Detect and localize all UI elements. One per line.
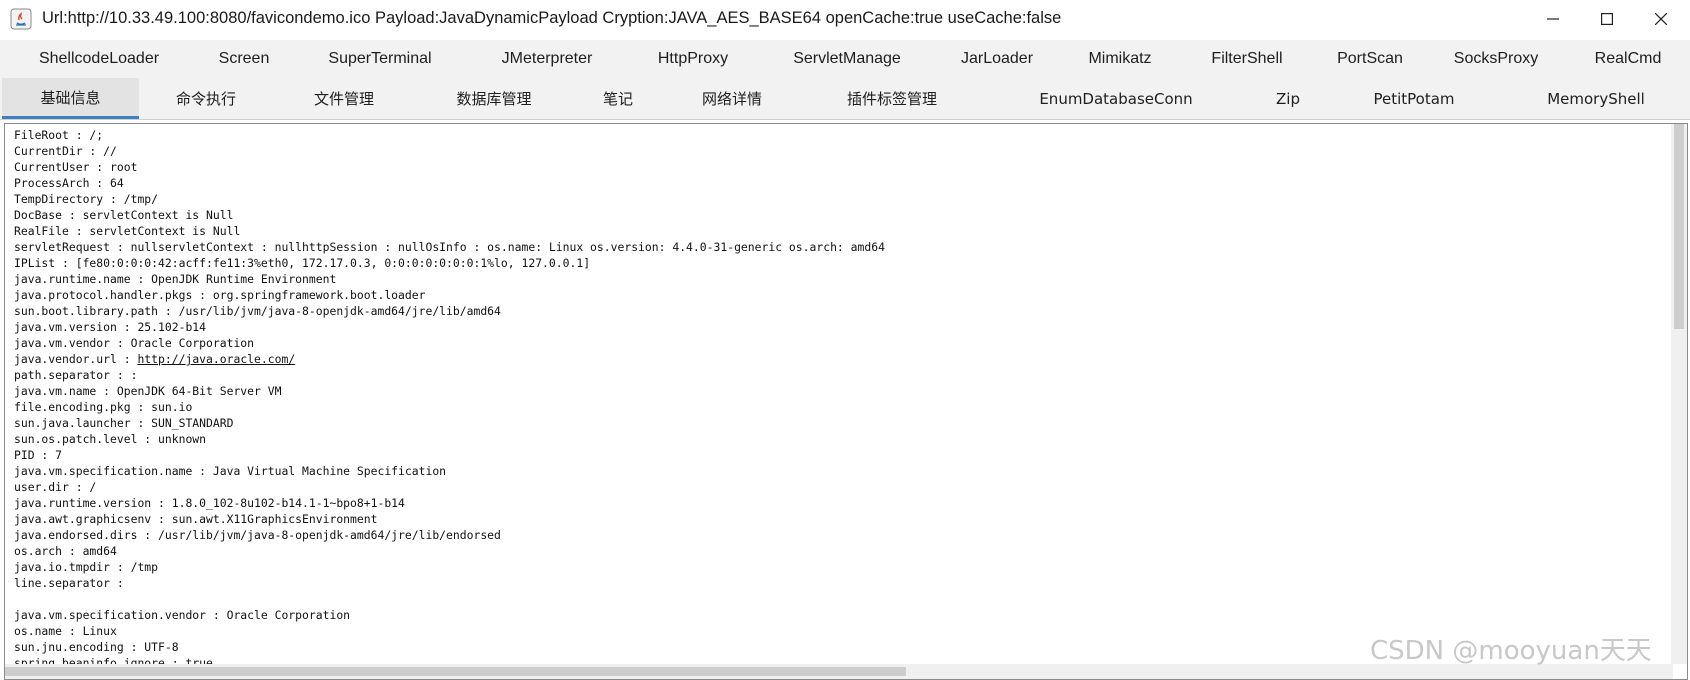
info-line	[14, 591, 1664, 607]
tab-jmeterpreter[interactable]: JMeterpreter	[472, 40, 622, 78]
tab-jarloader[interactable]: JarLoader	[942, 40, 1052, 78]
close-icon	[1655, 13, 1667, 25]
info-line: sun.java.launcher : SUN_STANDARD	[14, 416, 234, 430]
info-line: file.encoding.pkg : sun.io	[14, 400, 193, 414]
close-button[interactable]	[1634, 0, 1688, 38]
info-line: java.vm.name : OpenJDK 64-Bit Server VM	[14, 384, 282, 398]
info-line: java.endorsed.dirs : /usr/lib/jvm/java-8…	[14, 528, 501, 542]
info-line: java.vm.vendor : Oracle Corporation	[14, 336, 255, 350]
main-tab-bar: 基础信息 命令执行 文件管理 数据库管理 笔记 网络详情 插件标签管理 Enum…	[0, 78, 1690, 120]
info-line: TempDirectory : /tmp/	[14, 192, 159, 206]
info-line: CurrentDir : //	[14, 144, 117, 158]
info-line: RealFile : servletContext is Null	[14, 224, 241, 238]
info-line: java.vm.specification.vendor : Oracle Co…	[14, 608, 351, 622]
tab-filtershell[interactable]: FilterShell	[1192, 40, 1302, 78]
tab-basic-info[interactable]: 基础信息	[2, 78, 139, 119]
info-line: java.runtime.version : 1.8.0_102-8u102-b…	[14, 496, 405, 510]
plugin-tab-bar: ShellcodeLoader Screen SuperTerminal JMe…	[0, 40, 1690, 78]
basic-info-text[interactable]: FileRoot : /; CurrentDir : // CurrentUser …	[14, 127, 1664, 665]
tab-realcmd[interactable]: RealCmd	[1576, 40, 1680, 78]
minimize-icon	[1547, 18, 1559, 20]
tab-database-manager[interactable]: 数据库管理	[432, 78, 556, 119]
info-line: sun.os.patch.level : unknown	[14, 432, 207, 446]
vendor-url-link[interactable]: http://java.oracle.com/	[137, 352, 295, 366]
tab-mimikatz[interactable]: Mimikatz	[1070, 40, 1170, 78]
tab-notes[interactable]: 笔记	[582, 78, 654, 119]
info-line: java.awt.graphicsenv : sun.awt.X11Graphi…	[14, 512, 378, 526]
info-line: sun.boot.library.path : /usr/lib/jvm/jav…	[14, 304, 501, 318]
tab-enumdatabaseconn[interactable]: EnumDatabaseConn	[1034, 78, 1198, 119]
minimize-button[interactable]	[1526, 0, 1580, 38]
tab-screen[interactable]: Screen	[190, 40, 298, 78]
info-line: servletRequest : nullservletContext : nu…	[14, 240, 885, 254]
java-app-icon	[10, 8, 32, 30]
info-line: PID : 7	[14, 448, 63, 462]
tab-petitpotam[interactable]: PetitPotam	[1356, 78, 1472, 119]
info-panel: FileRoot : /; CurrentDir : // CurrentUser …	[4, 123, 1688, 680]
watermark: CSDN @mooyuan天天	[1370, 636, 1652, 666]
maximize-icon	[1601, 13, 1613, 25]
tab-command-exec[interactable]: 命令执行	[152, 78, 260, 119]
tab-socksproxy[interactable]: SocksProxy	[1436, 40, 1556, 78]
info-line: java.runtime.name : OpenJDK Runtime Envi…	[14, 272, 337, 286]
info-line: IPList : [fe80:0:0:0:42:acff:fe11:3%eth0…	[14, 256, 591, 270]
info-line: path.separator : :	[14, 368, 138, 382]
info-line: java.vendor.url : http://java.oracle.com…	[14, 352, 296, 366]
window-title: Url:http://10.33.49.100:8080/favicondemo…	[42, 9, 1062, 27]
tab-superterminal[interactable]: SuperTerminal	[310, 40, 450, 78]
vertical-scroll-thumb[interactable]	[1674, 124, 1684, 329]
horizontal-scroll-thumb[interactable]	[5, 667, 906, 676]
info-line: line.separator :	[14, 576, 131, 590]
tab-zip[interactable]: Zip	[1256, 78, 1320, 119]
tab-file-manager[interactable]: 文件管理	[290, 78, 398, 119]
info-line: java.vm.version : 25.102-b14	[14, 320, 207, 334]
info-line: java.vm.specification.name : Java Virtua…	[14, 464, 447, 478]
title-bar: Url:http://10.33.49.100:8080/favicondemo…	[0, 0, 1690, 40]
info-line: java.io.tmpdir : /tmp	[14, 560, 159, 574]
tab-memoryshell[interactable]: MemoryShell	[1538, 78, 1654, 119]
tab-portscan[interactable]: PortScan	[1320, 40, 1420, 78]
info-line: DocBase : servletContext is Null	[14, 208, 234, 222]
info-line: FileRoot : /;	[14, 128, 104, 142]
info-line: user.dir : /	[14, 480, 97, 494]
info-line: CurrentUser : root	[14, 160, 138, 174]
vertical-scrollbar[interactable]	[1671, 124, 1687, 664]
tab-shellcodeloader[interactable]: ShellcodeLoader	[18, 40, 180, 78]
info-line: java.protocol.handler.pkgs : org.springf…	[14, 288, 426, 302]
tab-httpproxy[interactable]: HttpProxy	[636, 40, 750, 78]
tab-servletmanage[interactable]: ServletManage	[772, 40, 922, 78]
tab-plugin-tag-manager[interactable]: 插件标签管理	[826, 78, 958, 119]
info-line: os.arch : amd64	[14, 544, 117, 558]
maximize-button[interactable]	[1580, 0, 1634, 38]
tab-network-details[interactable]: 网络详情	[680, 78, 784, 119]
info-line: ProcessArch : 64	[14, 176, 124, 190]
